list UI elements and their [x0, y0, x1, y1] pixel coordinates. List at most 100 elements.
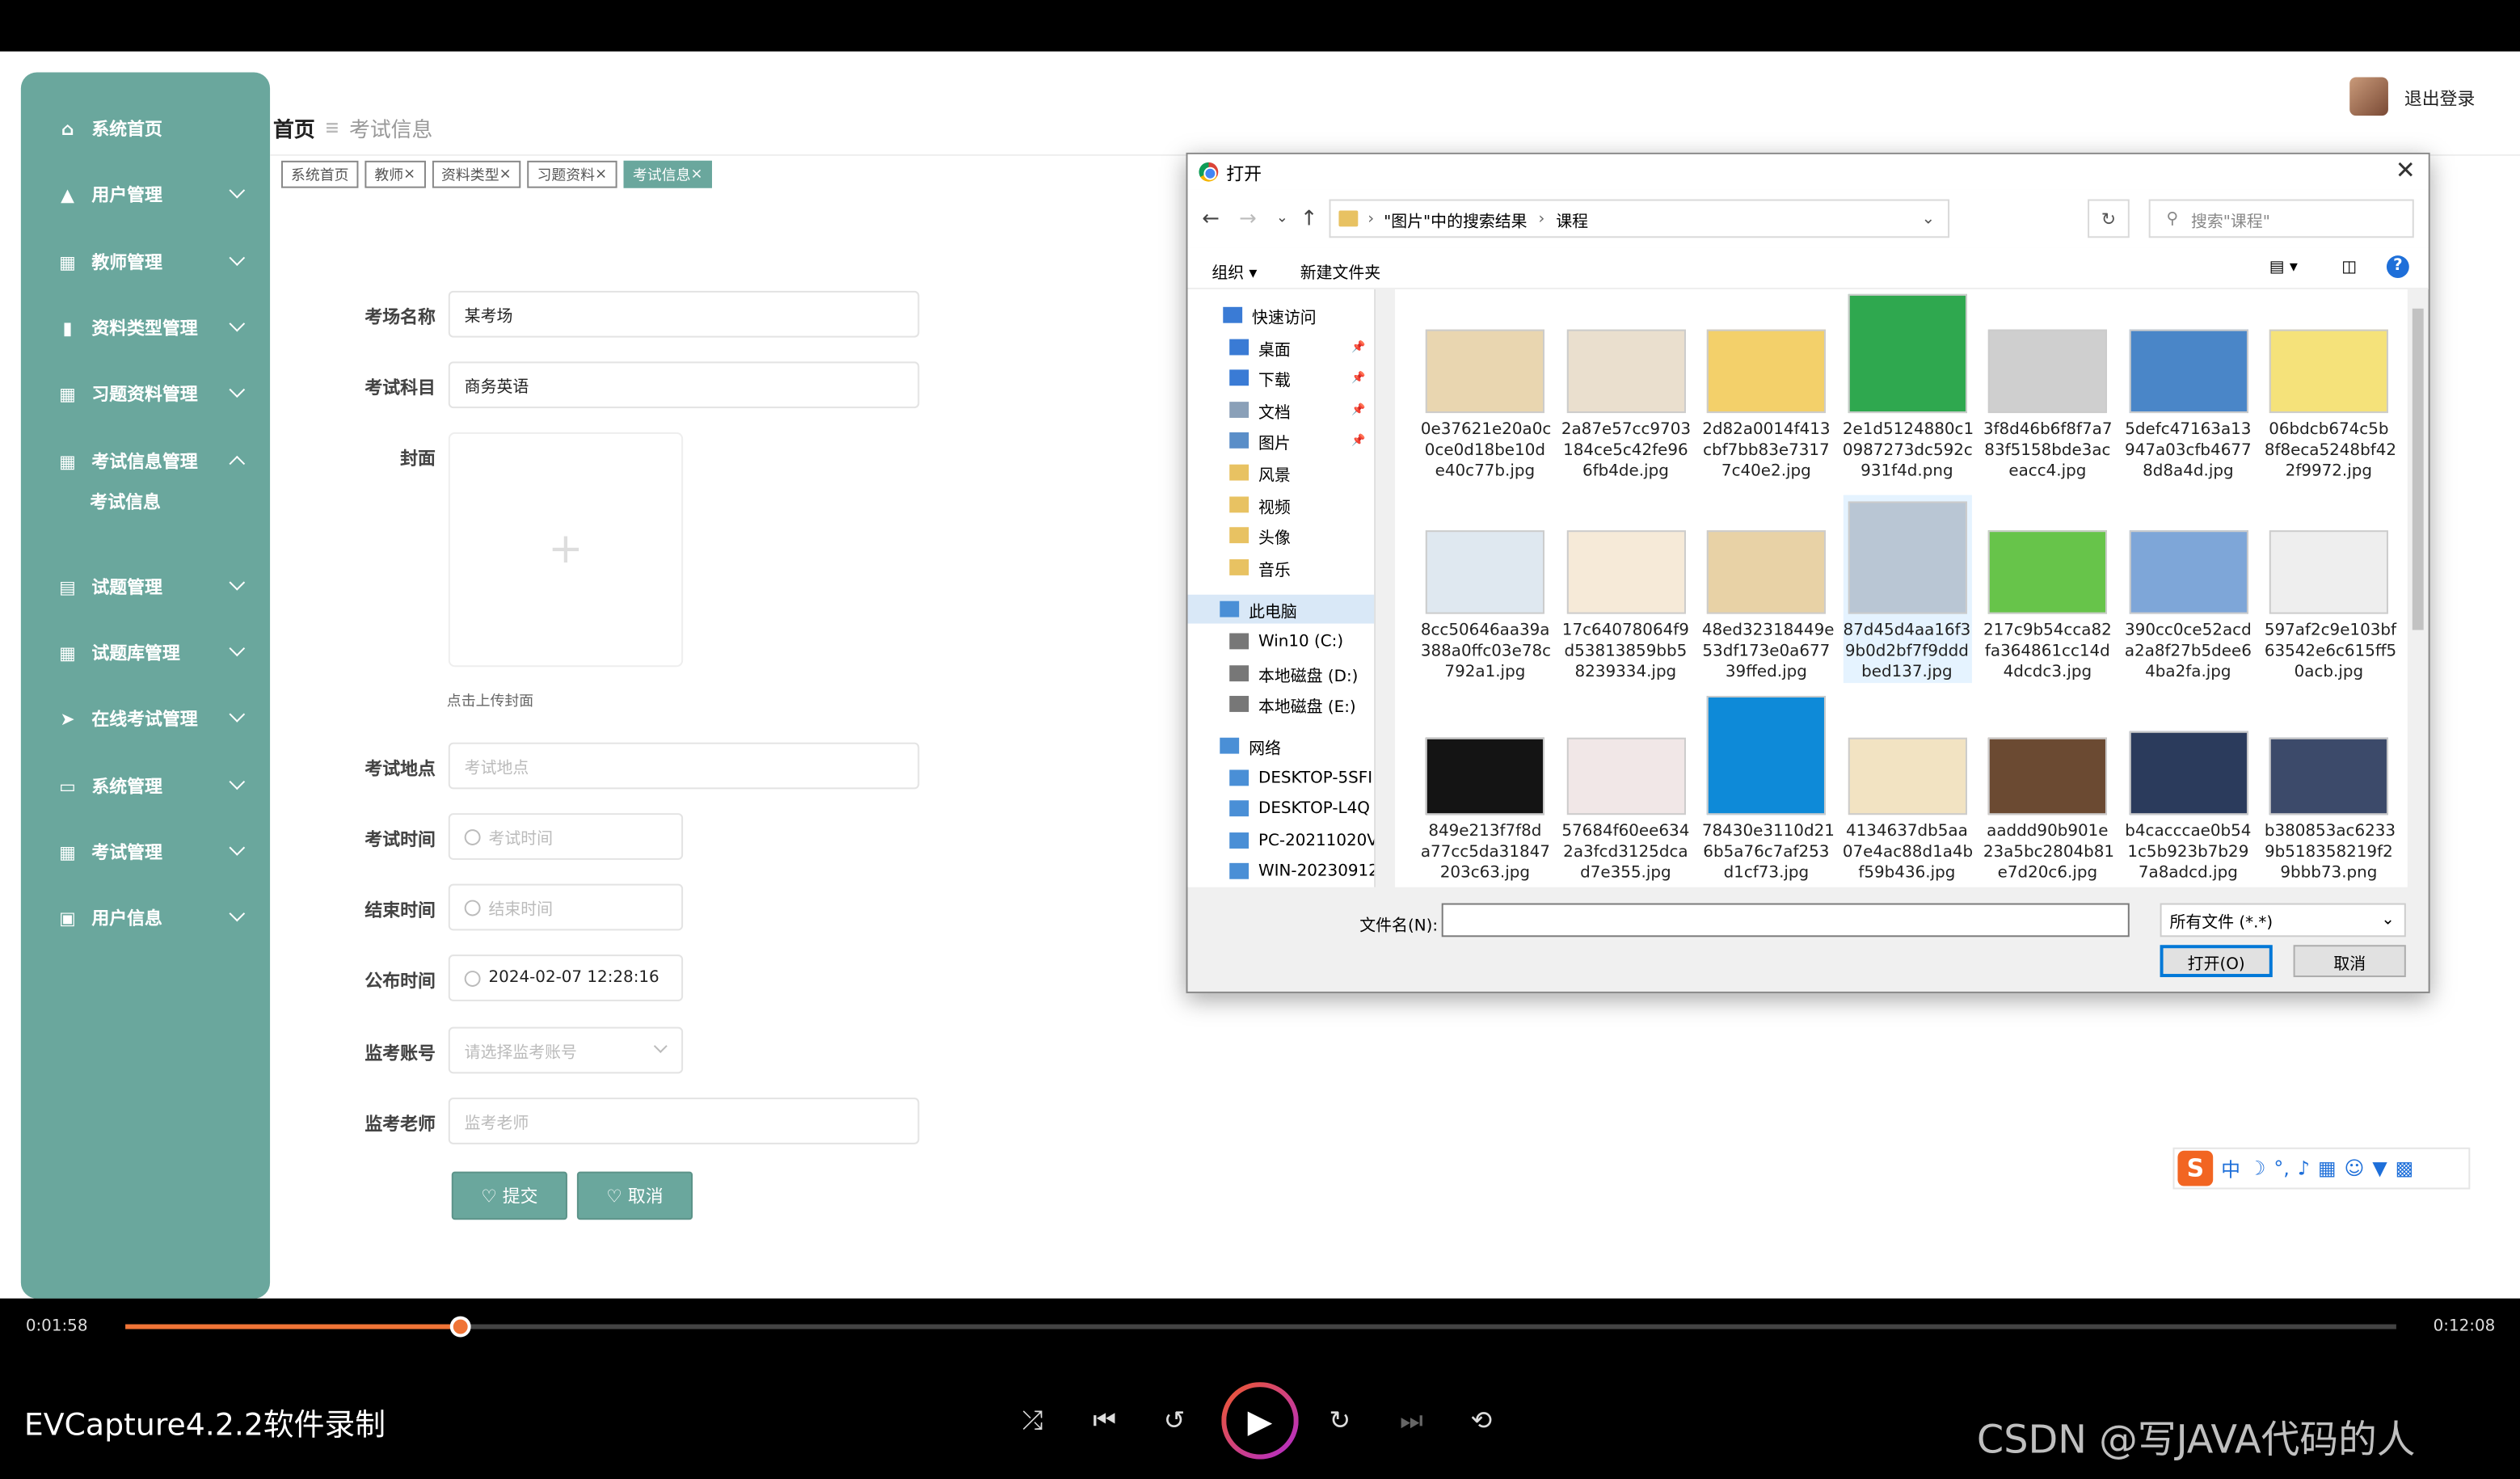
sidebar-item[interactable]: ▦ 试题库管理 [21, 629, 270, 677]
tree-item[interactable]: 桌面 📌 [1229, 333, 1366, 362]
tree-item[interactable]: 本地磁盘 (D:) [1229, 659, 1358, 688]
tree-scrollbar[interactable] [1376, 289, 1394, 887]
tree-item[interactable]: 音乐 [1229, 553, 1291, 582]
previous-icon[interactable]: ⏮ [1093, 1405, 1116, 1437]
recent-chevron-icon[interactable]: ⌄ [1276, 210, 1288, 226]
help-icon[interactable]: ? [2386, 255, 2409, 279]
view-icon[interactable]: ▤ ▾ [2269, 259, 2298, 276]
tree-item[interactable]: DESKTOP-5SFI [1229, 764, 1372, 793]
file-item[interactable]: 87d45d4aa16f3 9b0d2bf7f9ddd bed137.jpg [1842, 495, 1971, 684]
organize-menu[interactable]: 组织 ▾ [1212, 259, 1257, 283]
file-item[interactable]: 2e1d5124880c1 0987273dc592c 931f4d.png [1843, 293, 1974, 482]
tree-item[interactable]: 视频 [1229, 490, 1291, 519]
search-input[interactable]: ⚲ 搜索"课程" [2148, 199, 2414, 238]
file-item[interactable]: 3f8d46b6f8f7a7 83f5158bde3ac eacc4.jpg [1983, 294, 2113, 482]
sidebar-item[interactable]: ➤ 在线考试管理 [21, 694, 270, 743]
file-scrollbar[interactable] [2408, 289, 2427, 887]
tab-tag[interactable]: 资料类型 × [432, 160, 521, 188]
file-item[interactable]: 217c9b54cca82 fa364861cc14d 4dcdc3.jpg [1983, 495, 2112, 683]
seek-bar[interactable] [125, 1316, 2396, 1338]
file-item[interactable]: 2a87e57cc9703 184ce5c42fe96 6fb4de.jpg [1561, 294, 1691, 482]
forward-30-icon[interactable]: ↻ [1330, 1405, 1351, 1435]
file-item[interactable]: 2d82a0014f413 cbf7bb83e7317 7c40e2.jpg [1702, 294, 1831, 482]
cancel-button[interactable]: ♡ 取消 [576, 1171, 693, 1220]
cover-upload[interactable]: + [448, 432, 684, 668]
close-icon[interactable]: ✕ [2396, 156, 2416, 185]
filetype-select[interactable]: 所有文件 (*.*) ⌄ [2160, 903, 2406, 938]
tree-item[interactable]: 快速访问 [1223, 301, 1317, 330]
venue-input[interactable]: 某考场 [448, 290, 920, 338]
tab-tag[interactable]: 教师 × [365, 160, 426, 188]
tree-item[interactable]: 此电脑 [1187, 594, 1375, 624]
subject-input[interactable]: 商务英语 [448, 361, 920, 409]
shuffle-icon[interactable]: ⤮ [1022, 1405, 1043, 1437]
file-item[interactable]: b4cacccae0b54 1c5b923b7b29 7a8adcd.jpg [2124, 696, 2252, 884]
scrollbar-thumb[interactable] [2412, 308, 2424, 630]
sidebar-item[interactable]: ▦ 考试管理 [21, 828, 270, 876]
file-item[interactable]: 5defc47163a13 947a03cfb4677 8d8a4d.jpg [2124, 294, 2252, 482]
address-bar[interactable]: › "图片"中的搜索结果 › 课程 ⌄ [1329, 199, 1950, 238]
sidebar-item[interactable]: ▦ 习题资料管理 [21, 369, 270, 418]
location-input[interactable]: 考试地点 [448, 742, 920, 790]
new-folder-button[interactable]: 新建文件夹 [1300, 259, 1380, 283]
path-segment[interactable]: 课程 [1556, 207, 1588, 230]
chevron-down-icon[interactable]: ⌄ [1921, 210, 1935, 228]
file-item[interactable]: 0e37621e20a0c 0ce0d18be10d e40c77b.jpg [1421, 294, 1551, 482]
ime-mode[interactable]: 中 [2221, 1155, 2240, 1182]
preview-pane-icon[interactable]: ◫ [2341, 259, 2357, 276]
tree-item[interactable]: 风景 [1229, 458, 1291, 487]
tab-tag[interactable]: 系统首页 [280, 160, 359, 188]
file-item[interactable]: 06bdcb674c5b 8f8eca5248bf42 2f9972.jpg [2265, 294, 2396, 482]
file-item[interactable]: 17c64078064f9 d53813859bb5 8239334.jpg [1561, 495, 1690, 683]
tree-item[interactable]: Win10 (C:) [1229, 627, 1343, 656]
file-item[interactable]: 597af2c9e103bf 63542e6c615ff5 0acb.jpg [2265, 495, 2396, 683]
publish-time-input[interactable]: 2024-02-07 12:28:16 [448, 954, 684, 1001]
sidebar-item[interactable]: ▦ 教师管理 [21, 238, 270, 286]
next-icon[interactable]: ⏭ [1400, 1405, 1423, 1437]
tree-item[interactable]: 图片 📌 [1229, 426, 1366, 455]
sidebar-item[interactable]: ▤ 试题管理 [21, 563, 270, 611]
repeat-off-icon[interactable]: ⟲ [1470, 1405, 1492, 1435]
tree-item[interactable]: DESKTOP-L4Q [1229, 794, 1370, 823]
file-item[interactable]: 78430e3110d21 6b5a76c7af253 d1cf73.jpg [1702, 696, 1835, 884]
tree-item[interactable]: 本地磁盘 (E:) [1229, 689, 1356, 718]
avatar[interactable] [2349, 77, 2388, 116]
sidebar-subitem-exam-info[interactable]: 考试信息 [90, 489, 160, 515]
close-icon[interactable]: × [403, 166, 415, 183]
start-time-input[interactable]: 考试时间 [448, 813, 684, 860]
back-icon[interactable]: ← [1202, 208, 1220, 232]
file-item[interactable]: 8cc50646aa39a 388a0ffc03e78c 792a1.jpg [1421, 495, 1551, 683]
proctor-account-select[interactable]: 请选择监考账号 [448, 1026, 684, 1074]
file-item[interactable]: 57684f60ee634 2a3fcd3125dca d7e355.jpg [1561, 696, 1690, 884]
up-icon[interactable]: ↑ [1300, 208, 1318, 232]
rewind-10-icon[interactable]: ↺ [1164, 1405, 1186, 1435]
file-item[interactable]: b380853ac6233 9b518358219f2 9bbb73.png [2265, 696, 2396, 884]
tree-item[interactable]: WIN-20230912 [1229, 857, 1374, 886]
file-item[interactable]: 48ed32318449e 53df173e0a677 39ffed.jpg [1702, 495, 1834, 683]
close-icon[interactable]: × [691, 166, 703, 183]
file-item[interactable]: 4134637db5aa 07e4ac88d1a4b f59b436.jpg [1843, 696, 1973, 884]
tree-item[interactable]: 文档 📌 [1229, 395, 1366, 424]
open-button[interactable]: 打开(O) [2160, 945, 2273, 978]
forward-icon[interactable]: → [1239, 208, 1257, 232]
sidebar-item[interactable]: ▣ 用户信息 [21, 894, 270, 942]
sidebar-item[interactable]: ▦ 考试信息管理 [21, 437, 270, 486]
ime-toolbar[interactable]: S 中 ☽ °, ♪ ▦ ☺ ▼ ▩ [2172, 1147, 2471, 1190]
close-icon[interactable]: × [595, 166, 607, 183]
close-icon[interactable]: × [499, 166, 512, 183]
sidebar-item[interactable]: ⌂ 系统首页 [21, 104, 270, 153]
refresh-button[interactable]: ↻ [2088, 199, 2130, 238]
tree-item[interactable]: 网络 [1220, 731, 1281, 761]
tree-item[interactable]: 下载 📌 [1229, 363, 1366, 392]
play-button[interactable]: ▶ [1221, 1382, 1298, 1459]
logout-link[interactable]: 退出登录 [2404, 85, 2475, 111]
breadcrumb-home[interactable]: 首页 [273, 112, 315, 143]
sidebar-item[interactable]: ▭ 系统管理 [21, 762, 270, 811]
tab-tag[interactable]: 习题资料 × [527, 160, 617, 188]
sidebar-item[interactable]: ▮ 资料类型管理 [21, 304, 270, 352]
proctor-teacher-input[interactable]: 监考老师 [448, 1098, 920, 1144]
tab-tag[interactable]: 考试信息 × [622, 160, 713, 188]
file-item[interactable]: 390cc0ce52acd a2a8f27b5dee6 4ba2fa.jpg [2124, 495, 2252, 683]
file-item[interactable]: aaddd90b901e 23a5bc2804b81 e7d20c6.jpg [1983, 696, 2114, 884]
sidebar-item[interactable]: ▲ 用户管理 [21, 171, 270, 219]
